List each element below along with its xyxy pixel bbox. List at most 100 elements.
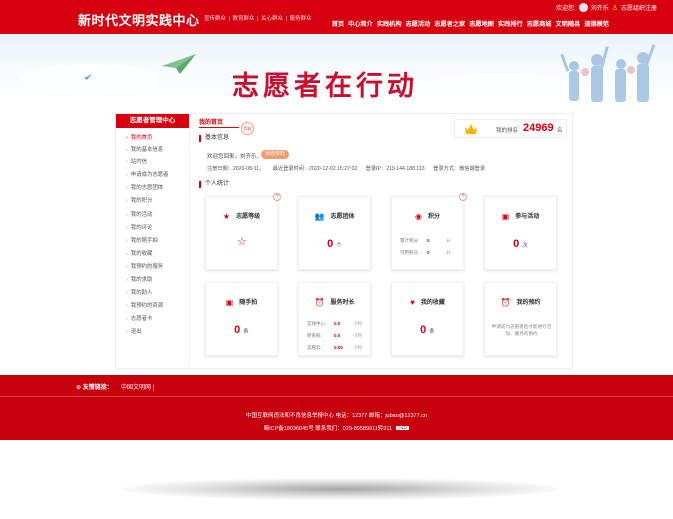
card-title: 随手拍 — [239, 300, 258, 306]
card-title: 积分 — [427, 214, 440, 220]
nav-item-mall[interactable]: 志愿商城 — [527, 19, 552, 28]
sidebar-item-photos[interactable]: › 我的随手拍 — [126, 236, 158, 244]
separator: | — [285, 16, 288, 22]
register-date: 注册日期：2020-08-11。 — [207, 166, 265, 172]
chevron-right-icon: › — [126, 264, 128, 270]
sidebar-item-messages[interactable]: › 站内信 — [126, 157, 147, 165]
section-title-basic: 基本信息 — [199, 135, 229, 142]
rank-value: 24969 — [523, 122, 554, 134]
nav-item-map[interactable]: 志愿地图 — [469, 19, 494, 28]
coins-icon: ◉ — [415, 212, 422, 221]
main-content: 我的首页 等级 我的排名 24969 名 基本信息 欢迎您回来，刘齐乐， 修改资… — [191, 114, 574, 369]
slogan-link[interactable]: 关心群众 — [261, 16, 283, 22]
breadcrumb: 我的首页 — [199, 120, 224, 126]
footer-icp-info: 蜀ICP备18036045号 联系我们：029-89589911转911 CNZZ — [263, 426, 410, 432]
small-plane-icon — [84, 74, 92, 80]
paper-plane-icon — [162, 54, 196, 74]
sidebar-item-helping[interactable]: › 我的助人 — [126, 288, 152, 296]
sidebar-item-home[interactable]: › 我的首页 — [126, 133, 152, 141]
help-icon[interactable]: ? — [273, 193, 281, 201]
sidebar-item-basic-info[interactable]: › 我的基本信息 — [126, 145, 163, 153]
chevron-right-icon: › — [126, 290, 128, 296]
card-team[interactable]: 👥 志愿团体 0个 — [298, 196, 371, 270]
breadcrumb-underline — [199, 127, 239, 128]
separator: | — [228, 16, 230, 22]
cnzz-badge[interactable]: CNZZ — [396, 426, 410, 430]
friend-link[interactable]: 中国文明网 | — [121, 382, 154, 391]
avatar[interactable] — [578, 3, 588, 12]
card-favorites[interactable]: ♥ 我的收藏 0条 — [391, 282, 464, 356]
sidebar-item-activities[interactable]: › 我的活动 — [126, 210, 152, 218]
nav-item-ranking[interactable]: 实践排行 — [498, 19, 523, 28]
org-register-link[interactable]: 志愿组织注册 — [621, 3, 657, 12]
welcome-text: 欢迎您回来，刘齐乐， — [207, 154, 263, 160]
chevron-right-icon: › — [126, 198, 128, 204]
card-level[interactable]: ? ★ 志愿等级 ☆ — [205, 193, 281, 270]
slogan-link[interactable]: 教育群众 — [233, 16, 255, 22]
nav-item-models[interactable]: 道德模范 — [584, 19, 609, 28]
chevron-right-icon: › — [126, 251, 128, 257]
chevron-right-icon: › — [126, 225, 128, 231]
chevron-right-icon: › — [126, 172, 128, 178]
sidebar-item-points[interactable]: › 我的积分 — [126, 196, 152, 204]
clock-icon: ⏰ — [314, 298, 325, 307]
sidebar-item-reserved-services[interactable]: › 我预约的服务 — [126, 262, 163, 270]
slogan-links: 宣传群众 | 教育群众 | 关心群众 | 服务群众 — [204, 14, 313, 22]
card-photo[interactable]: ▣ 随手拍 0条 — [205, 282, 278, 356]
nav-item-home[interactable]: 首页 — [332, 19, 344, 28]
site-title[interactable]: 新时代文明实践中心 — [78, 10, 200, 29]
person-icon: ♙ — [611, 4, 618, 12]
slogan-link[interactable]: 宣传群众 — [204, 16, 226, 22]
nav-item-volunteer-home[interactable]: 志愿者之家 — [434, 19, 465, 28]
card-title: 我的预约 — [516, 300, 541, 306]
link-icon: ⊘ — [76, 385, 83, 391]
slogan-link[interactable]: 服务群众 — [290, 16, 312, 22]
card-title: 参与活动 — [515, 214, 540, 220]
username-link[interactable]: 刘齐乐 — [591, 3, 609, 12]
level-badge: 等级 — [241, 122, 254, 135]
edit-profile-button[interactable]: 修改资料 — [261, 150, 289, 159]
sidebar-item-help-requests[interactable]: › 我的求助 — [126, 275, 152, 283]
star-icon: ★ — [222, 212, 231, 221]
nav-item-intro[interactable]: 中心简介 — [348, 19, 373, 28]
alarm-clock-icon: ⏰ — [500, 298, 511, 307]
sidebar-item-comments[interactable]: › 我的评论 — [126, 223, 152, 231]
section-title-stats: 个人统计 — [199, 181, 229, 188]
footer: ⊘ 友情链接： 中国文明网 | 中国互联网违法和不良信息举报中心 电话：1237… — [0, 375, 673, 440]
sidebar-item-logout[interactable]: › 退出 — [126, 327, 142, 335]
hours-row: 原系统: 0.0 小时 — [307, 333, 362, 338]
friend-links-label: ⊘ 友情链接： — [76, 385, 113, 391]
group-icon: 👥 — [314, 212, 325, 221]
chevron-right-icon: › — [126, 303, 128, 309]
nav-item-activities[interactable]: 志愿活动 — [406, 19, 431, 28]
points-row: 可用积分: 0 分 — [400, 250, 451, 255]
crown-icon — [465, 124, 477, 134]
sidebar: 志愿者管理中心 › 我的首页 › 我的基本信息 › 站内信 › 申请成为志愿者 › 我的志… — [116, 114, 190, 369]
help-icon[interactable]: ? — [459, 193, 467, 201]
sidebar-item-favorites[interactable]: › 我的收藏 — [126, 249, 152, 257]
team-count: 0 — [327, 238, 334, 250]
sidebar-item-reserved-resources[interactable]: › 我预约的资源 — [126, 301, 163, 309]
star-outline-icon: ☆ — [237, 236, 247, 248]
nav-item-institutions[interactable]: 实践机构 — [377, 19, 402, 28]
card-points[interactable]: ? ◉ 积分 累计积分: 0 分 可用积分: 0 分 — [391, 193, 467, 270]
sidebar-title: 志愿者管理中心 — [116, 114, 189, 128]
card-title: 我的收藏 — [420, 300, 445, 306]
card-activity[interactable]: ▣ 参与活动 0次 — [484, 196, 557, 270]
nav-item-civilization[interactable]: 文明随县 — [556, 19, 581, 28]
hours-row: 志愿云: 0.00 小时 — [307, 345, 362, 350]
sidebar-item-team[interactable]: › 我的志愿团体 — [126, 183, 163, 191]
card-reservation[interactable]: ⏰ 我的预约 申请成为志愿者后才能进行活动、服务的预约 — [484, 282, 557, 356]
photo-count: 0 — [234, 324, 241, 336]
card-hours[interactable]: ⏰ 服务时长 实践中心: 0.0 小时 原系统: 0.0 小时 志愿云: 0.00 小时 — [298, 282, 371, 356]
separator: | — [257, 16, 259, 22]
chevron-right-icon: › — [126, 159, 128, 165]
card-title: 服务时长 — [330, 300, 355, 306]
content-panel: 志愿者管理中心 › 我的首页 › 我的基本信息 › 站内信 › 申请成为志愿者 › 我的志… — [115, 113, 573, 369]
crowd-silhouette-icon — [560, 44, 656, 102]
last-login-time: 最近登录时间：2020-12-02 15:27:02 — [272, 166, 358, 172]
team-unit: 个 — [336, 243, 342, 249]
sidebar-item-volunteer-card[interactable]: › 志愿者卡 — [126, 314, 152, 322]
sidebar-item-apply[interactable]: › 申请成为志愿者 — [126, 170, 169, 178]
login-ip: 登录IP：219.144.188.113 — [365, 166, 425, 172]
